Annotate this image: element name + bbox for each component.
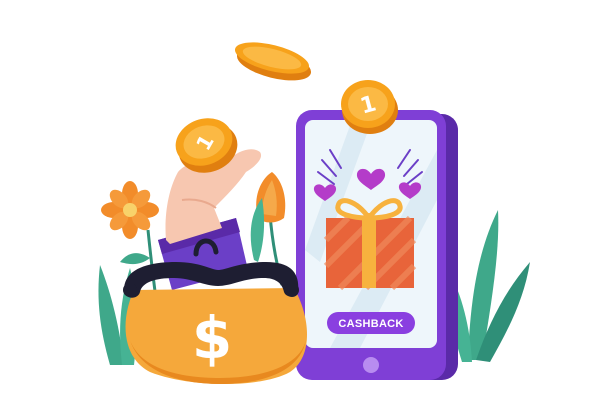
home-button-icon: [363, 357, 379, 373]
coin-icon: 1: [341, 80, 398, 134]
cashback-button[interactable]: CASHBACK: [327, 312, 415, 334]
smartphone-icon: CASHBACK: [296, 110, 458, 380]
coin-icon: [234, 42, 312, 81]
leaf-icon: [447, 210, 530, 362]
cashback-illustration: CASHBACK 1 1 $: [98, 42, 530, 384]
cashback-button-label: CASHBACK: [338, 318, 403, 330]
dollar-sign-icon: $: [192, 304, 232, 372]
